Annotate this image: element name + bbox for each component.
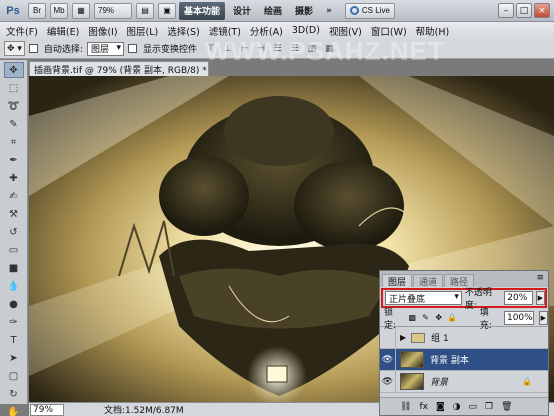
title-bar: Ps Br Mb ▦ 79% ▤ ▣ 基本功能 设计 绘画 摄影 » CS Li… bbox=[0, 0, 554, 22]
fill-field[interactable]: 100% bbox=[503, 310, 534, 325]
menu-3d[interactable]: 3D(D) bbox=[292, 25, 320, 36]
path-select-tool-icon[interactable]: ➤ bbox=[4, 350, 24, 366]
window-controls: – □ × bbox=[498, 3, 550, 18]
expand-arrow-icon[interactable]: ▶ bbox=[400, 333, 406, 342]
opacity-slider-icon[interactable]: ▶ bbox=[535, 291, 546, 305]
layer-name[interactable]: 背景 副本 bbox=[430, 353, 469, 366]
layer-thumbnail bbox=[400, 351, 424, 368]
layer-row-group[interactable]: ▶ 组 1 bbox=[380, 326, 548, 349]
hand-tool-icon[interactable]: ✋ bbox=[4, 404, 24, 416]
minimize-button[interactable]: – bbox=[498, 3, 514, 18]
tool-preset-picker[interactable]: ✥ ▾ bbox=[4, 41, 25, 56]
close-button[interactable]: × bbox=[534, 3, 550, 18]
visibility-toggle-empty[interactable] bbox=[380, 326, 396, 349]
watermark-text: WWW.PSAHZ.NET bbox=[205, 36, 445, 66]
lasso-tool-icon[interactable]: ➰ bbox=[4, 98, 24, 114]
cs-live-icon bbox=[349, 6, 359, 15]
layer-name[interactable]: 背景 bbox=[430, 375, 448, 388]
layer-name[interactable]: 组 1 bbox=[431, 331, 449, 344]
history-brush-tool-icon[interactable]: ↺ bbox=[4, 224, 24, 240]
mask-icon[interactable]: ◙ bbox=[436, 402, 445, 412]
trash-icon[interactable]: 🗑 bbox=[501, 402, 512, 412]
menu-file[interactable]: 文件(F) bbox=[6, 24, 38, 38]
type-tool-icon[interactable]: T bbox=[4, 332, 24, 348]
3d-rotate-tool-icon[interactable]: ↻ bbox=[4, 386, 24, 402]
panel-tabs: 图层 通道 路径 ≡ bbox=[380, 271, 548, 288]
cs-live-label: CS Live bbox=[361, 6, 390, 15]
document-tab-title: 插画背景.tif @ 79% (背景 副本, RGB/8) * bbox=[34, 65, 207, 76]
crop-tool-icon[interactable]: ⌗ bbox=[4, 134, 24, 150]
eye-icon[interactable]: 👁 bbox=[380, 348, 396, 371]
layer-thumbnail bbox=[400, 373, 424, 390]
auto-select-checkbox[interactable] bbox=[28, 44, 38, 53]
bridge-button[interactable]: Br bbox=[28, 2, 46, 19]
eye-icon[interactable]: 👁 bbox=[380, 370, 396, 393]
arrange-documents-button[interactable]: ▤ bbox=[136, 2, 154, 19]
menu-edit[interactable]: 编辑(E) bbox=[47, 24, 79, 38]
photoshop-window: Ps Br Mb ▦ 79% ▤ ▣ 基本功能 设计 绘画 摄影 » CS Li… bbox=[0, 0, 554, 416]
minibridge-button[interactable]: Mb bbox=[50, 2, 68, 19]
layer-row-background[interactable]: 👁 背景 🔒 bbox=[380, 370, 548, 393]
blend-opacity-row: 正片叠底 不透明度: 20% ▶ bbox=[381, 288, 547, 311]
link-icon[interactable]: ⛓ bbox=[400, 402, 411, 412]
lock-row: 锁定: ▩ ✎ ✥ 🔒 填充: 100% ▶ bbox=[380, 308, 549, 331]
workspace-design[interactable]: 设计 bbox=[228, 2, 256, 20]
new-layer-icon[interactable]: ❐ bbox=[485, 402, 493, 412]
show-transform-label: 显示变换控件 bbox=[142, 45, 197, 55]
folder-icon[interactable]: ▭ bbox=[469, 402, 478, 412]
tab-paths[interactable]: 路径 bbox=[444, 274, 475, 288]
lock-position-icon[interactable]: ✥ bbox=[435, 313, 443, 322]
blur-tool-icon[interactable]: 💧 bbox=[4, 278, 24, 294]
clone-stamp-tool-icon[interactable]: ⚒ bbox=[4, 206, 24, 222]
adjustment-icon[interactable]: ◑ bbox=[453, 402, 461, 412]
layers-panel-footer: ⛓ fx ◙ ◑ ▭ ❐ 🗑 bbox=[380, 397, 548, 415]
fill-slider-icon[interactable]: ▶ bbox=[538, 310, 549, 325]
zoom-level-select[interactable]: 79% bbox=[94, 2, 132, 19]
show-transform-checkbox[interactable] bbox=[127, 44, 137, 53]
quick-select-tool-icon[interactable]: ✎ bbox=[4, 116, 24, 132]
menu-select[interactable]: 选择(S) bbox=[167, 24, 199, 38]
tab-channels[interactable]: 通道 bbox=[413, 274, 444, 288]
maximize-button[interactable]: □ bbox=[516, 3, 532, 18]
status-zoom-field[interactable]: 79% bbox=[30, 403, 64, 416]
tools-panel: ✥ ⬚ ➰ ✎ ⌗ ✒ ✚ ✍ ⚒ ↺ ▭ ■ 💧 ● ✑ T ➤ ▢ ↻ ✋ bbox=[0, 60, 28, 416]
layer-row-background-copy[interactable]: 👁 背景 副本 bbox=[380, 348, 548, 371]
eraser-tool-icon[interactable]: ▭ bbox=[4, 242, 24, 258]
eyedropper-tool-icon[interactable]: ✒ bbox=[4, 152, 24, 168]
opacity-field[interactable]: 20% bbox=[504, 291, 533, 305]
auto-select-label: 自动选择: bbox=[43, 45, 83, 55]
workspace-painting[interactable]: 绘画 bbox=[259, 2, 287, 20]
marquee-tool-icon[interactable]: ⬚ bbox=[4, 80, 24, 96]
tab-layers[interactable]: 图层 bbox=[382, 274, 413, 288]
fx-icon[interactable]: fx bbox=[419, 402, 428, 412]
lock-all-icon[interactable]: 🔒 bbox=[447, 313, 457, 322]
dodge-tool-icon[interactable]: ● bbox=[4, 296, 24, 312]
shape-tool-icon[interactable]: ▢ bbox=[4, 368, 24, 384]
screen-mode-button[interactable]: ▣ bbox=[158, 2, 176, 19]
workspace-photography[interactable]: 摄影 bbox=[290, 2, 318, 20]
auto-select-target-select[interactable]: 图层 bbox=[86, 41, 124, 56]
gradient-tool-icon[interactable]: ■ bbox=[4, 260, 24, 276]
move-tool-icon[interactable]: ✥ bbox=[3, 62, 24, 78]
pen-tool-icon[interactable]: ✑ bbox=[4, 314, 24, 330]
layers-panel: 图层 通道 路径 ≡ 正片叠底 不透明度: 20% ▶ 锁定: ▩ ✎ ✥ 🔒 … bbox=[379, 270, 549, 416]
view-extras-button[interactable]: ▦ bbox=[72, 2, 90, 19]
lock-transparent-icon[interactable]: ▩ bbox=[408, 313, 417, 322]
brush-tool-icon[interactable]: ✍ bbox=[4, 188, 24, 204]
blend-mode-select[interactable]: 正片叠底 bbox=[385, 291, 462, 305]
menu-layer[interactable]: 图层(L) bbox=[127, 24, 159, 38]
workspace-essentials[interactable]: 基本功能 bbox=[179, 1, 226, 20]
ps-logo: Ps bbox=[6, 4, 20, 17]
document-size-info[interactable]: 文档:1.52M/6.87M bbox=[104, 403, 184, 416]
lock-icon: 🔒 bbox=[522, 377, 532, 386]
cs-live-button[interactable]: CS Live bbox=[344, 2, 395, 19]
document-tab[interactable]: 插画背景.tif @ 79% (背景 副本, RGB/8) * × bbox=[29, 61, 209, 76]
menu-image[interactable]: 图像(I) bbox=[88, 24, 117, 38]
healing-brush-tool-icon[interactable]: ✚ bbox=[4, 170, 24, 186]
lock-image-icon[interactable]: ✎ bbox=[421, 313, 429, 322]
folder-icon bbox=[411, 332, 426, 343]
panel-menu-icon[interactable]: ≡ bbox=[536, 273, 544, 283]
workspace-more-icon[interactable]: » bbox=[321, 2, 337, 20]
